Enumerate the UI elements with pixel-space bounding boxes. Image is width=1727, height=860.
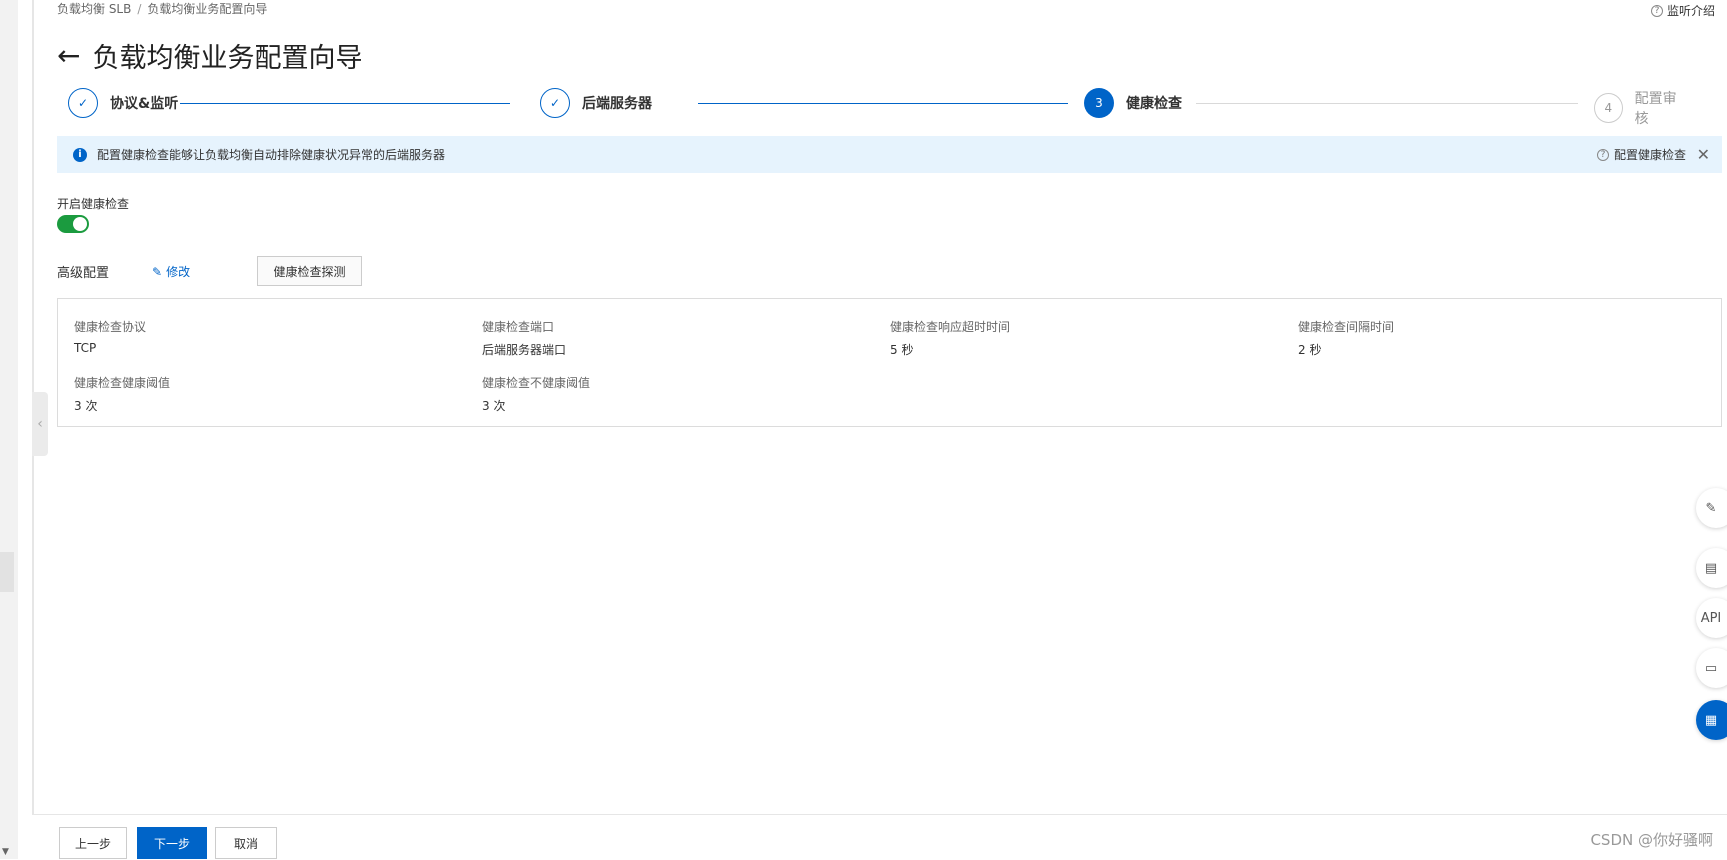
window-scrollbar[interactable]: ▼	[0, 0, 18, 859]
listener-help-link[interactable]: ? 监听介绍	[1650, 2, 1715, 19]
config-label: 健康检查不健康阈值	[482, 376, 591, 390]
step-4-number: 4	[1594, 93, 1623, 123]
config-label: 健康检查端口	[482, 320, 555, 334]
doc-icon: ▤	[1704, 560, 1718, 576]
sidebar-expand-button[interactable]: ‹	[32, 392, 48, 456]
breadcrumb-separator: /	[137, 2, 142, 16]
edit-label: 修改	[166, 265, 191, 279]
health-check-probe-button[interactable]: 健康检查探测	[257, 256, 362, 286]
page-title: 负载均衡业务配置向导	[92, 43, 363, 74]
next-step-button[interactable]: 下一步	[137, 827, 207, 859]
cancel-button[interactable]: 取消	[215, 827, 277, 859]
config-value: 3 次	[74, 399, 98, 413]
config-label: 健康检查间隔时间	[1298, 320, 1395, 334]
config-item-port: 健康检查端口 后端服务器端口	[482, 318, 566, 358]
health-check-switch-label: 开启健康检查	[57, 197, 130, 211]
health-check-toggle[interactable]	[57, 215, 89, 233]
grid-icon: ▦	[1704, 712, 1718, 728]
config-value: TCP	[74, 341, 97, 355]
config-item-protocol: 健康检查协议 TCP	[74, 318, 146, 355]
step-connector-3	[1196, 103, 1578, 104]
config-value: 2 秒	[1298, 343, 1322, 357]
step-1-label: 协议&监听	[110, 96, 179, 112]
chat-icon: ▭	[1704, 660, 1718, 676]
feedback-edit-button[interactable]: ✎	[1696, 488, 1727, 528]
step-1-check-icon: ✓	[68, 88, 98, 118]
footer-bar: 上一步 下一步 取消 CSDN @你好骚啊	[32, 814, 1727, 860]
page-header: ← 负载均衡业务配置向导	[57, 36, 362, 75]
step-protocol-listener[interactable]: ✓ 协议&监听	[68, 88, 178, 118]
step-health-check[interactable]: 3 健康检查	[1084, 88, 1182, 118]
edit-advanced-config-link[interactable]: ✎ 修改	[152, 263, 190, 280]
step-connector-2	[698, 103, 1068, 104]
configure-health-check-help-link[interactable]: ? 配置健康检查	[1596, 146, 1686, 163]
breadcrumb-item-wizard: 负载均衡业务配置向导	[147, 2, 268, 16]
config-item-interval: 健康检查间隔时间 2 秒	[1298, 318, 1394, 358]
chat-button[interactable]: ▭	[1696, 648, 1727, 688]
advanced-config-label: 高级配置	[57, 266, 110, 281]
info-text: 配置健康检查能够让负载均衡自动排除健康状况异常的后端服务器	[97, 148, 446, 162]
pencil-icon: ✎	[152, 264, 163, 279]
step-backend-servers[interactable]: ✓ 后端服务器	[540, 88, 652, 118]
edit-icon: ✎	[1705, 500, 1717, 516]
configure-health-check-help-label: 配置健康检查	[1613, 148, 1686, 162]
breadcrumb: 负载均衡 SLB / 负载均衡业务配置向导	[57, 0, 267, 17]
info-banner: i 配置健康检查能够让负载均衡自动排除健康状况异常的后端服务器 ? 配置健康检查…	[57, 136, 1722, 173]
step-4-label: 配置审核	[1634, 91, 1677, 127]
watermark: CSDN @你好骚啊	[1590, 831, 1713, 849]
step-2-label: 后端服务器	[582, 96, 652, 112]
config-value: 3 次	[482, 399, 506, 413]
close-icon[interactable]: ✕	[1697, 145, 1710, 164]
health-check-config-panel: 健康检查协议 TCP 健康检查端口 后端服务器端口 健康检查响应超时时间 5 秒…	[57, 298, 1722, 427]
config-value: 5 秒	[890, 343, 914, 357]
wizard-steps: ✓ 协议&监听 ✓ 后端服务器 3 健康检查 4 配置审核	[68, 88, 1688, 127]
step-config-review[interactable]: 4 配置审核	[1594, 88, 1688, 128]
back-arrow-icon[interactable]: ←	[57, 41, 80, 70]
config-value: 后端服务器端口	[482, 343, 567, 357]
step-3-label: 健康检查	[1126, 96, 1182, 112]
docs-button[interactable]: ▤	[1696, 548, 1727, 588]
toggle-knob	[73, 217, 87, 231]
apps-button[interactable]: ▦	[1696, 700, 1727, 740]
api-button[interactable]: API	[1696, 598, 1727, 638]
config-item-timeout: 健康检查响应超时时间 5 秒	[890, 318, 1010, 358]
step-2-check-icon: ✓	[540, 88, 570, 118]
step-3-number: 3	[1084, 88, 1114, 118]
prev-step-button[interactable]: 上一步	[59, 827, 127, 859]
config-label: 健康检查响应超时时间	[890, 320, 1011, 334]
scroll-down-arrow-icon[interactable]: ▼	[2, 847, 9, 857]
config-label: 健康检查协议	[74, 320, 147, 334]
info-icon: i	[73, 147, 87, 162]
breadcrumb-item-slb[interactable]: 负载均衡 SLB	[57, 2, 131, 16]
config-label: 健康检查健康阈值	[74, 376, 171, 390]
api-icon: API	[1700, 610, 1722, 626]
scrollbar-thumb[interactable]	[0, 552, 14, 592]
step-connector-1	[180, 103, 510, 104]
question-icon: ?	[1650, 4, 1663, 17]
config-item-healthy-threshold: 健康检查健康阈值 3 次	[74, 374, 170, 414]
config-item-unhealthy-threshold: 健康检查不健康阈值 3 次	[482, 374, 590, 414]
question-icon: ?	[1596, 148, 1609, 161]
listener-help-label: 监听介绍	[1666, 4, 1715, 18]
chevron-left-icon: ‹	[37, 416, 43, 432]
